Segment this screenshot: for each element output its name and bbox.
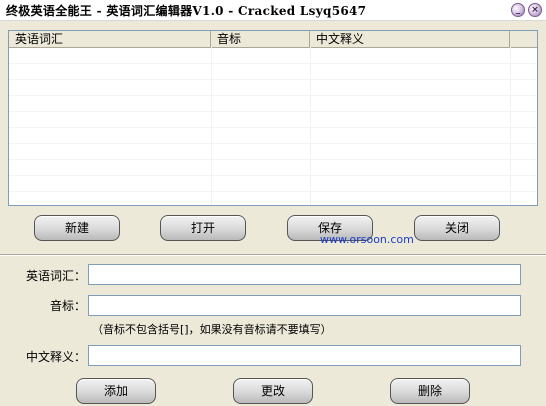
chinese-meaning-input[interactable] — [88, 345, 521, 366]
add-button[interactable]: 添加 — [76, 378, 156, 404]
row-gridline — [9, 175, 537, 176]
phonetic-hint: （音标不包含括号[]，如果没有音标请不要填写） — [92, 323, 332, 336]
minimize-button[interactable]: _ — [511, 3, 525, 17]
row-gridline — [9, 95, 537, 96]
english-word-label: 英语词汇： — [25, 269, 86, 283]
close-button[interactable]: 关闭 — [414, 215, 500, 241]
row-gridline — [9, 143, 537, 144]
main-window: 终极英语全能王 - 英语词汇编辑器V1.0 - Cracked Lsyq5647… — [0, 0, 546, 406]
new-button[interactable]: 新建 — [34, 215, 120, 241]
column-divider — [310, 47, 311, 205]
watermark-text: www.orsoon.com — [320, 233, 414, 246]
delete-button[interactable]: 删除 — [390, 378, 470, 404]
column-divider — [211, 47, 212, 205]
phonetic-label: 音标： — [49, 299, 86, 313]
row-gridline — [9, 191, 537, 192]
close-icon: × — [531, 5, 539, 15]
row-gridline — [9, 159, 537, 160]
modify-button[interactable]: 更改 — [233, 378, 313, 404]
row-gridline — [9, 63, 537, 64]
row-gridline — [9, 127, 537, 128]
list-header: 英语词汇 音标 中文释义 — [9, 31, 537, 48]
window-title: 终极英语全能王 - 英语词汇编辑器V1.0 - Cracked Lsyq5647 — [6, 4, 367, 18]
vocabulary-list[interactable]: 英语词汇 音标 中文释义 — [8, 30, 538, 206]
english-word-input[interactable] — [88, 264, 521, 285]
phonetic-input[interactable] — [88, 295, 521, 316]
column-divider — [510, 47, 511, 205]
close-window-button[interactable]: × — [528, 3, 542, 17]
column-header-english[interactable]: 英语词汇 — [9, 31, 211, 47]
row-gridline — [9, 111, 537, 112]
chinese-meaning-label: 中文释义： — [25, 350, 86, 364]
title-bar[interactable]: 终极英语全能王 - 英语词汇编辑器V1.0 - Cracked Lsyq5647… — [0, 0, 546, 21]
column-header-phonetic[interactable]: 音标 — [211, 31, 310, 47]
open-button[interactable]: 打开 — [160, 215, 246, 241]
row-gridline — [9, 79, 537, 80]
section-divider — [0, 254, 546, 256]
column-header-chinese[interactable]: 中文释义 — [310, 31, 510, 47]
minimize-icon: _ — [515, 5, 521, 15]
